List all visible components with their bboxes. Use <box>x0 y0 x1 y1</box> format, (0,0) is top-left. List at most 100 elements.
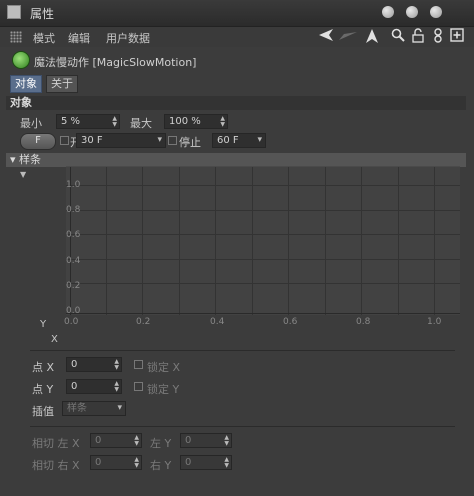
grid-line <box>106 167 107 315</box>
grid-line <box>398 167 399 315</box>
link-icon[interactable] <box>430 28 446 46</box>
start-dropdown-icon[interactable]: ▾ <box>157 134 162 147</box>
start-checkbox[interactable] <box>60 136 69 145</box>
back-arrow-icon[interactable] <box>318 28 334 46</box>
grid-line <box>66 234 460 235</box>
grid-line <box>66 283 460 284</box>
max-spinner-icon[interactable]: ▲ ▼ <box>220 116 225 128</box>
min-label: 最小 <box>20 117 42 130</box>
section-spline-label: 样条 <box>19 153 42 166</box>
menu-user-data[interactable]: 用户数据 <box>106 30 150 46</box>
menu-mode[interactable]: 模式 <box>33 30 55 46</box>
grip-icon[interactable] <box>10 31 22 43</box>
max-label: 最大 <box>130 117 152 130</box>
lock-x-label: 锁定 X <box>147 361 181 374</box>
lock-y-label: 锁定 Y <box>147 383 180 396</box>
lock-y-checkbox[interactable] <box>134 382 143 391</box>
point-x-spinner-icon[interactable]: ▲ ▼ <box>114 359 119 371</box>
x-tick-label: 0.2 <box>136 317 151 327</box>
tangent-left-x-value: 0 <box>95 435 102 446</box>
min-value: 5 % <box>61 116 81 127</box>
point-y-field[interactable]: 0 ▲ ▼ <box>66 379 122 394</box>
divider <box>30 350 455 351</box>
tangent-right-y-label: 右 Y <box>150 459 172 472</box>
y-tick-label: 0.8 <box>66 205 81 215</box>
y-axis-label: Y <box>40 319 47 330</box>
x-tick-label: 0.4 <box>210 317 225 327</box>
x-tick-label: 0.8 <box>356 317 371 327</box>
stop-label: 停止 <box>179 136 201 149</box>
stop-dropdown-icon[interactable]: ▾ <box>257 134 262 147</box>
point-y-label: 点 Y <box>32 383 54 396</box>
point-y-value: 0 <box>71 381 78 392</box>
tangent-right-y-spinner-icon[interactable]: ▲ ▼ <box>224 457 229 469</box>
collapse-triangle-icon[interactable]: ▾ <box>10 153 16 166</box>
max-field[interactable]: 100 % ▲ ▼ <box>164 114 228 129</box>
minimize-button[interactable] <box>382 6 394 18</box>
grid-line <box>66 259 460 260</box>
tangent-right-x-label: 相切 右 X <box>32 459 80 472</box>
tangent-right-x-value: 0 <box>95 457 102 468</box>
x-tick-label: 0.0 <box>64 317 79 327</box>
x-tick-label: 0.6 <box>283 317 298 327</box>
point-x-value: 0 <box>71 359 78 370</box>
x-tick-label: 1.0 <box>427 317 442 327</box>
close-button[interactable] <box>430 6 442 18</box>
min-spinner-icon[interactable]: ▲ ▼ <box>112 116 117 128</box>
tab-about[interactable]: 关于 <box>46 75 78 93</box>
tangent-left-x-label: 相切 左 X <box>32 437 80 450</box>
y-tick-label: 1.0 <box>66 180 81 190</box>
spline-options-arrow-icon[interactable]: ▼ <box>20 170 26 179</box>
lock-icon[interactable] <box>410 28 426 46</box>
point-x-label: 点 X <box>32 361 55 374</box>
maximize-button[interactable] <box>406 6 418 18</box>
stop-value: 60 F <box>217 135 239 146</box>
min-field[interactable]: 5 % ▲ ▼ <box>56 114 120 129</box>
interpolation-dropdown-icon[interactable]: ▾ <box>117 402 122 415</box>
grid-line <box>325 167 326 315</box>
object-icon <box>12 51 30 69</box>
cursor-up-icon[interactable] <box>364 28 380 46</box>
window-title: 属性 <box>30 7 55 21</box>
interpolation-label: 插值 <box>32 405 54 418</box>
grid-line <box>434 167 435 315</box>
frame-mode-button[interactable]: F <box>20 133 56 150</box>
grid-line <box>252 167 253 315</box>
start-value: 30 F <box>81 135 103 146</box>
tangent-left-x-field[interactable]: 0 ▲ ▼ <box>90 433 142 448</box>
spline-graph[interactable] <box>66 166 460 315</box>
new-panel-icon[interactable] <box>449 28 465 46</box>
grid-line <box>288 167 289 315</box>
grid-line <box>361 167 362 315</box>
search-icon[interactable] <box>390 28 406 46</box>
tab-object[interactable]: 对象 <box>10 75 42 93</box>
menu-edit[interactable]: 编辑 <box>68 30 90 46</box>
tangent-right-x-spinner-icon[interactable]: ▲ ▼ <box>134 457 139 469</box>
title-bar <box>0 0 474 27</box>
stop-field[interactable]: 60 F ▾ <box>212 133 266 148</box>
divider <box>30 426 455 427</box>
interpolation-value: 样条 <box>67 403 87 414</box>
tangent-left-x-spinner-icon[interactable]: ▲ ▼ <box>134 435 139 447</box>
section-spline-header[interactable]: ▾ 样条 <box>6 153 466 167</box>
x-axis-line <box>66 313 460 314</box>
tangent-left-y-field[interactable]: 0 ▲ ▼ <box>180 433 232 448</box>
start-field[interactable]: 30 F ▾ <box>76 133 166 148</box>
point-y-spinner-icon[interactable]: ▲ ▼ <box>114 381 119 393</box>
x-axis-label: X <box>51 334 58 345</box>
grid-line <box>66 210 460 211</box>
y-tick-label: 0.4 <box>66 256 81 266</box>
tangent-right-x-field[interactable]: 0 ▲ ▼ <box>90 455 142 470</box>
tangent-left-y-spinner-icon[interactable]: ▲ ▼ <box>224 435 229 447</box>
stop-checkbox[interactable] <box>168 136 177 145</box>
tangent-right-y-value: 0 <box>185 457 192 468</box>
window-icon <box>7 5 21 19</box>
tangent-left-y-label: 左 Y <box>150 437 172 450</box>
grid-line <box>66 185 460 186</box>
interpolation-select[interactable]: 样条 ▾ <box>62 401 126 416</box>
grid-line <box>215 167 216 315</box>
point-x-field[interactable]: 0 ▲ ▼ <box>66 357 122 372</box>
forward-arrow-icon[interactable] <box>338 28 358 46</box>
lock-x-checkbox[interactable] <box>134 360 143 369</box>
tangent-right-y-field[interactable]: 0 ▲ ▼ <box>180 455 232 470</box>
